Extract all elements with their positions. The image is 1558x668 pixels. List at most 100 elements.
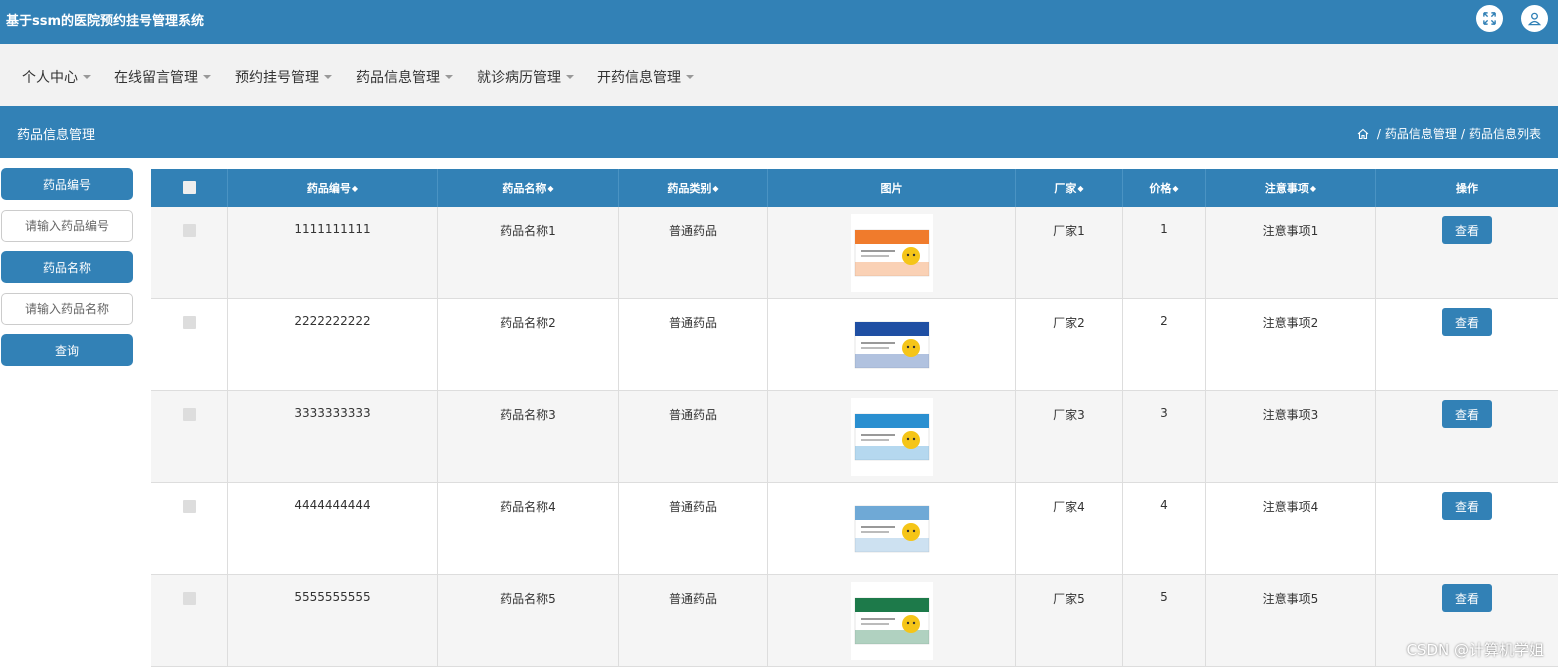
medicine-box-image (854, 229, 930, 277)
user-icon (1527, 12, 1542, 26)
medicine-table: 药品编号 ◆ 药品名称 ◆ 药品类别 ◆ 图片 厂家 ◆ 价格 ◆ 注意事项 ◆ 操作 11… (151, 169, 1558, 668)
view-button[interactable]: 查看 (1442, 216, 1492, 244)
view-button[interactable]: 查看 (1442, 584, 1492, 612)
sort-icon: ◆ (1077, 183, 1084, 193)
column-header-name[interactable]: 药品名称 ◆ (438, 169, 619, 207)
cell-price-text: 4 (1160, 498, 1168, 512)
cell-select (151, 391, 228, 483)
cell-maker: 厂家1 (1016, 207, 1123, 299)
cell-code: 2222222222 (228, 299, 438, 391)
home-icon[interactable] (1357, 128, 1369, 140)
medicine-thumbnail[interactable] (851, 306, 933, 384)
cell-name-text: 药品名称4 (500, 500, 556, 514)
column-header-notes[interactable]: 注意事项 ◆ (1206, 169, 1376, 207)
cell-action: 查看 (1376, 207, 1558, 299)
table-row: 3333333333 药品名称3 普通药品 厂家3 3 注意事项3 查看 (151, 391, 1558, 483)
cell-name: 药品名称1 (438, 207, 619, 299)
column-header-action: 操作 (1376, 169, 1558, 207)
column-header-maker[interactable]: 厂家 ◆ (1016, 169, 1123, 207)
view-button[interactable]: 查看 (1442, 400, 1492, 428)
fullscreen-button[interactable] (1476, 5, 1503, 32)
cell-notes-text: 注意事项5 (1262, 592, 1319, 606)
section-header: 药品信息管理 / 药品信息管理 / 药品信息列表 (0, 106, 1558, 158)
code-input[interactable] (1, 210, 133, 242)
row-checkbox[interactable] (183, 316, 196, 329)
medicine-thumbnail[interactable] (851, 214, 933, 292)
medicine-thumbnail[interactable] (851, 490, 933, 568)
cell-name-text: 药品名称5 (500, 592, 556, 606)
breadcrumb-item[interactable]: 药品信息管理 (1385, 125, 1457, 142)
breadcrumb-separator: / (1376, 126, 1381, 141)
column-header-price[interactable]: 价格 ◆ (1123, 169, 1206, 207)
cell-name-text: 药品名称1 (500, 224, 556, 238)
cell-notes: 注意事项2 (1206, 299, 1376, 391)
cell-category: 普通药品 (619, 299, 768, 391)
cell-code-text: 1111111111 (294, 222, 371, 236)
column-header-category[interactable]: 药品类别 ◆ (619, 169, 768, 207)
cell-image (768, 391, 1016, 483)
cell-action: 查看 (1376, 483, 1558, 575)
cell-action: 查看 (1376, 299, 1558, 391)
medicine-thumbnail[interactable] (851, 582, 933, 660)
cell-code-text: 4444444444 (294, 498, 371, 512)
medicine-thumbnail[interactable] (851, 398, 933, 476)
nav-medicine-management[interactable]: 药品信息管理 (356, 67, 453, 87)
nav-record-management[interactable]: 就诊病历管理 (477, 67, 574, 87)
cell-notes-text: 注意事项3 (1262, 408, 1319, 422)
watermark: CSDN @计算机学姐 (1406, 641, 1544, 659)
column-label: 药品编号 (306, 182, 351, 195)
cell-code: 4444444444 (228, 483, 438, 575)
breadcrumb-separator: / (1460, 126, 1465, 141)
chevron-down-icon (566, 75, 574, 79)
column-header-code[interactable]: 药品编号 ◆ (228, 169, 438, 207)
select-all-checkbox[interactable] (183, 181, 196, 194)
table-row: 5555555555 药品名称5 普通药品 厂家5 5 注意事项5 查看 (151, 575, 1558, 667)
column-label: 价格 (1149, 182, 1172, 195)
cell-notes: 注意事项1 (1206, 207, 1376, 299)
cell-price-text: 3 (1160, 406, 1168, 420)
cell-notes: 注意事项5 (1206, 575, 1376, 667)
cell-maker: 厂家4 (1016, 483, 1123, 575)
chevron-down-icon (83, 75, 91, 79)
view-button[interactable]: 查看 (1442, 492, 1492, 520)
cell-maker: 厂家5 (1016, 575, 1123, 667)
top-bar: 基于ssm的医院预约挂号管理系统 (0, 0, 1558, 44)
sort-icon: ◆ (351, 183, 359, 193)
column-label: 厂家 (1054, 182, 1077, 195)
name-label: 药品名称 (1, 251, 133, 283)
cell-category: 普通药品 (619, 575, 768, 667)
table-row: 4444444444 药品名称4 普通药品 厂家4 4 注意事项4 查看 (151, 483, 1558, 575)
nav-appointment-management[interactable]: 预约挂号管理 (235, 67, 332, 87)
cell-image (768, 575, 1016, 667)
column-label: 药品名称 (502, 182, 547, 195)
cell-name: 药品名称4 (438, 483, 619, 575)
cell-notes: 注意事项4 (1206, 483, 1376, 575)
nav-personal-center[interactable]: 个人中心 (22, 67, 91, 87)
medicine-box-image (854, 505, 930, 553)
cell-notes-text: 注意事项2 (1262, 316, 1319, 330)
chevron-down-icon (324, 75, 332, 79)
user-button[interactable] (1521, 5, 1548, 32)
row-checkbox[interactable] (183, 408, 196, 421)
nav-prescription-management[interactable]: 开药信息管理 (597, 67, 694, 87)
nav-label: 开药信息管理 (597, 70, 681, 86)
cell-image (768, 483, 1016, 575)
nav-message-management[interactable]: 在线留言管理 (114, 67, 211, 87)
cell-category-text: 普通药品 (668, 500, 717, 514)
row-checkbox[interactable] (183, 500, 196, 513)
row-checkbox[interactable] (183, 592, 196, 605)
search-button[interactable]: 查询 (1, 334, 133, 366)
row-checkbox[interactable] (183, 224, 196, 237)
table-row: 1111111111 药品名称1 普通药品 厂家1 1 注意事项1 查看 (151, 207, 1558, 299)
cell-code: 5555555555 (228, 575, 438, 667)
view-button[interactable]: 查看 (1442, 308, 1492, 336)
chevron-down-icon (445, 75, 453, 79)
cell-image (768, 299, 1016, 391)
cell-notes-text: 注意事项4 (1262, 500, 1319, 514)
cell-code: 3333333333 (228, 391, 438, 483)
name-input[interactable] (1, 293, 133, 325)
cell-notes: 注意事项3 (1206, 391, 1376, 483)
chevron-down-icon (686, 75, 694, 79)
cell-maker-text: 厂家5 (1053, 592, 1085, 606)
cell-name-text: 药品名称3 (500, 408, 556, 422)
